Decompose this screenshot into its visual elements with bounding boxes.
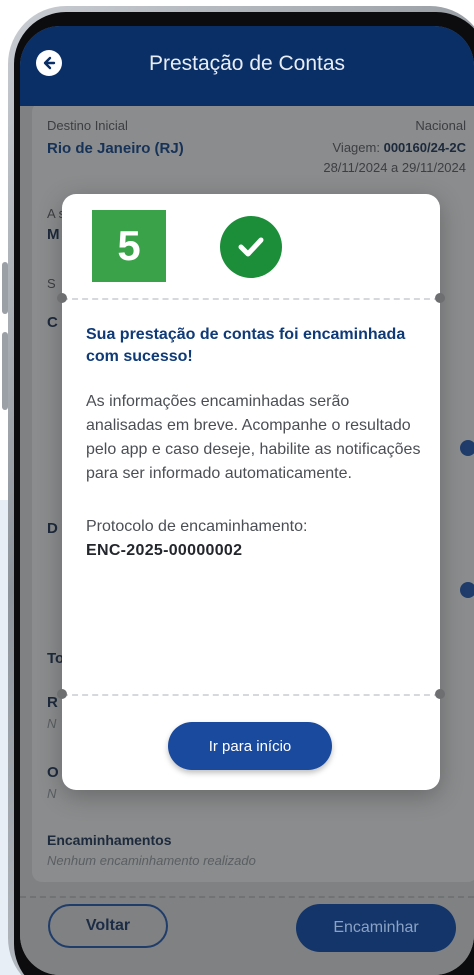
trip-label: Viagem: (332, 140, 380, 155)
modal-divider-top (62, 298, 440, 300)
back-button[interactable]: Voltar (48, 904, 168, 948)
modal-notch (57, 293, 67, 303)
protocol-number: ENC-2025-00000002 (86, 542, 243, 559)
protocol-label: Protocolo de encaminhamento: (86, 518, 308, 535)
origin-value: Rio de Janeiro (RJ) (47, 140, 184, 157)
modal-notch (435, 689, 445, 699)
success-modal: 5 Sua prestação de contas foi encaminhad… (57, 194, 445, 790)
service-value: M (47, 226, 60, 243)
section-o-value: N (47, 786, 57, 801)
modal-notch (435, 293, 445, 303)
section-o-label: O (47, 764, 59, 781)
divider (20, 896, 474, 898)
section-r-value: N (47, 716, 57, 731)
chevron-right-icon (460, 582, 474, 598)
forwards-value: Nenhum encaminhamento realizado (47, 853, 256, 868)
trip-dates: 28/11/2024 a 29/11/2024 (323, 160, 466, 175)
modal-notch (57, 689, 67, 699)
step-number-badge: 5 (92, 210, 166, 282)
chevron-right-icon (460, 440, 474, 456)
phone-side-button (2, 332, 8, 410)
check-glyph (238, 237, 264, 257)
trip-number: 000160/24-2C (383, 140, 466, 155)
scope-label: Nacional (415, 118, 466, 133)
origin-label: Destino Inicial (47, 118, 128, 133)
forwards-label: Encaminhamentos (47, 832, 172, 848)
modal-divider-bottom (62, 694, 440, 696)
section-c-label: C (47, 314, 58, 331)
success-title: Sua prestação de contas foi encaminhada … (86, 326, 406, 365)
section-d-label: D (47, 520, 58, 537)
page-title: Prestação de Contas (148, 52, 346, 75)
section-r-label: R (47, 694, 58, 711)
app-header: Prestação de Contas (20, 26, 474, 106)
phone-screen: Destino Inicial Rio de Janeiro (RJ) Naci… (20, 26, 474, 975)
phone-side-button (2, 262, 8, 314)
go-home-button[interactable]: Ir para início (168, 722, 332, 770)
success-message: As informações encaminhadas serão analis… (86, 393, 421, 482)
forward-button[interactable]: Encaminhar (296, 904, 456, 952)
check-circle-icon (220, 216, 282, 278)
trip-info: Viagem: 000160/24-2C (333, 140, 467, 155)
section-s-label: S (47, 276, 56, 291)
